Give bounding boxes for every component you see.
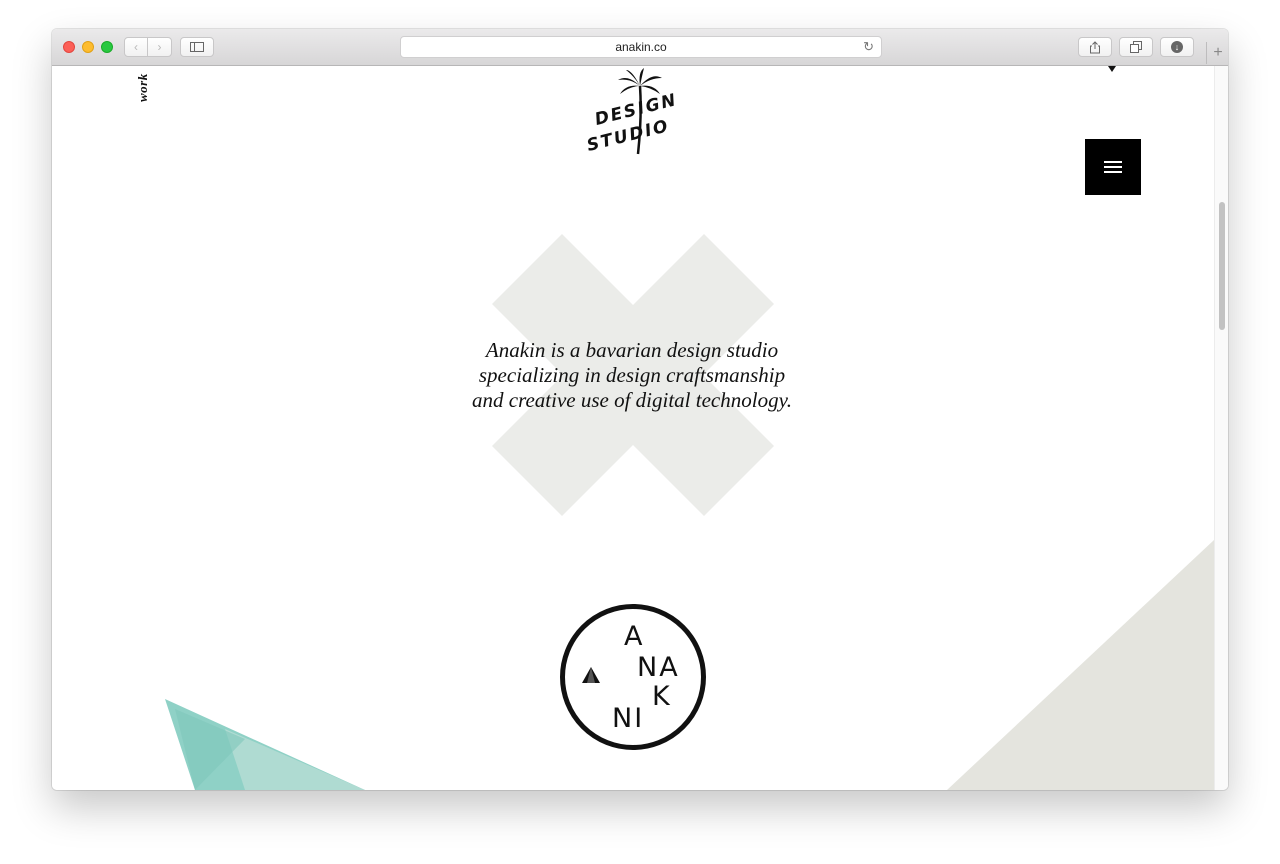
web-page: work DESIGN STUDIO Anakin is a bavarian … bbox=[52, 66, 1214, 790]
show-tabs-button[interactable] bbox=[1119, 37, 1153, 57]
share-button[interactable] bbox=[1078, 37, 1112, 57]
screenshot-stage: ‹ › anakin.co ↻ ↓ + work DESIGN STUDIO A… bbox=[0, 0, 1280, 864]
dropdown-arrow-icon[interactable] bbox=[1108, 66, 1116, 72]
chevron-left-icon: ‹ bbox=[134, 40, 138, 54]
scrollbar-thumb[interactable] bbox=[1219, 202, 1225, 330]
tabs-icon bbox=[1130, 41, 1142, 53]
badge-letter: K bbox=[652, 681, 672, 712]
hamburger-menu-icon bbox=[1104, 171, 1122, 173]
page-scrollbar[interactable] bbox=[1214, 66, 1228, 790]
share-icon bbox=[1090, 40, 1100, 53]
tagline-line: and creative use of digital technology. bbox=[472, 388, 792, 412]
url-text: anakin.co bbox=[615, 40, 667, 54]
back-button[interactable]: ‹ bbox=[124, 37, 148, 57]
triangle-icon bbox=[582, 667, 600, 683]
nav-work-link[interactable]: work bbox=[135, 73, 151, 102]
hero-tagline: Anakin is a bavarian design studio speci… bbox=[432, 338, 832, 413]
hamburger-menu-icon bbox=[1104, 161, 1122, 163]
sidebar-toggle-button[interactable] bbox=[180, 37, 214, 57]
plus-icon: + bbox=[1213, 44, 1223, 61]
badge-letter: NA bbox=[637, 652, 680, 683]
sidebar-icon bbox=[190, 42, 204, 52]
badge-letter: A bbox=[624, 621, 645, 652]
anakin-badge-logo: A NA K NI bbox=[560, 604, 706, 750]
maximize-window-button[interactable] bbox=[101, 41, 113, 53]
grey-triangle-graphic bbox=[947, 540, 1214, 790]
new-tab-button[interactable]: + bbox=[1206, 42, 1228, 64]
studio-logo[interactable]: DESIGN STUDIO bbox=[580, 66, 690, 166]
tagline-line: specializing in design craftsmanship bbox=[478, 363, 786, 387]
browser-window: ‹ › anakin.co ↻ ↓ + work DESIGN STUDIO A… bbox=[52, 29, 1228, 790]
teal-triangle-graphic bbox=[165, 699, 365, 790]
browser-toolbar: ‹ › anakin.co ↻ ↓ + bbox=[52, 29, 1228, 66]
menu-button[interactable] bbox=[1085, 139, 1141, 195]
hamburger-menu-icon bbox=[1104, 166, 1122, 168]
badge-letter: NI bbox=[612, 703, 645, 734]
forward-button[interactable]: › bbox=[147, 37, 172, 57]
close-window-button[interactable] bbox=[63, 41, 75, 53]
navigation-buttons: ‹ › bbox=[124, 37, 172, 57]
tagline-line: Anakin is a bavarian design studio bbox=[485, 338, 779, 362]
chevron-right-icon: › bbox=[157, 40, 162, 54]
downloads-button[interactable]: ↓ bbox=[1160, 37, 1194, 57]
download-icon: ↓ bbox=[1171, 41, 1183, 53]
address-bar[interactable]: anakin.co ↻ bbox=[400, 36, 882, 58]
reload-icon[interactable]: ↻ bbox=[863, 39, 874, 55]
minimize-window-button[interactable] bbox=[82, 41, 94, 53]
